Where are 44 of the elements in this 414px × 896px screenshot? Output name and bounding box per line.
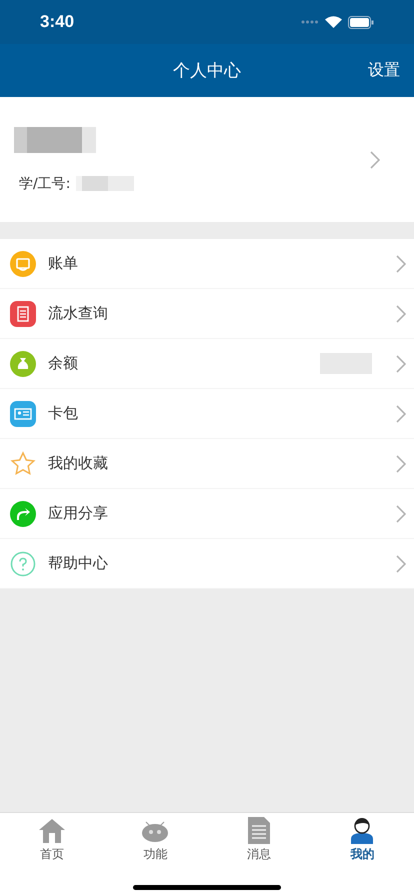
id-label: 学/工号: xyxy=(19,174,70,192)
menu-item[interactable]: 流水查询 xyxy=(0,289,414,339)
chevron-icon xyxy=(396,354,406,372)
menu-label: 应用分享 xyxy=(48,504,109,523)
menu-item[interactable]: 帮助中心 xyxy=(0,539,414,589)
chevron-icon xyxy=(396,404,406,422)
menu-label: 帮助中心 xyxy=(48,554,109,573)
money-bag-icon xyxy=(10,350,36,376)
document-icon xyxy=(10,300,36,326)
menu-item[interactable]: 应用分享 xyxy=(0,489,414,539)
star-icon xyxy=(10,450,36,476)
settings-button[interactable]: 设置 xyxy=(368,60,400,81)
chevron-icon xyxy=(396,454,406,472)
menu-label: 余额 xyxy=(48,354,79,373)
page-title: 个人中心 xyxy=(173,60,241,82)
wifi-icon xyxy=(325,16,342,28)
menu-label: 流水查询 xyxy=(48,304,109,323)
status-time: 3:40 xyxy=(40,12,76,32)
chevron-icon xyxy=(396,554,406,572)
tab[interactable]: 首页 xyxy=(0,813,104,863)
house-icon xyxy=(38,818,66,844)
chevron-icon xyxy=(396,304,406,322)
signal-icon xyxy=(301,20,319,24)
menu-item[interactable]: 余额 xyxy=(0,339,414,389)
menu-item[interactable]: 账单 xyxy=(0,239,414,289)
menu-label: 账单 xyxy=(48,254,79,273)
chevron-icon xyxy=(396,254,406,272)
help-icon xyxy=(10,550,36,576)
battery-icon xyxy=(348,16,374,28)
profile-card[interactable]: 学/工号: xyxy=(0,97,414,222)
share-icon xyxy=(10,500,36,526)
person-icon xyxy=(350,817,374,844)
chevron-icon xyxy=(396,504,406,522)
menu-label: 卡包 xyxy=(48,404,79,423)
chevron-icon xyxy=(370,150,380,168)
tab[interactable]: 我的 xyxy=(310,813,414,863)
menu-item[interactable]: 卡包 xyxy=(0,389,414,439)
blurred-id xyxy=(76,176,134,191)
menu-item[interactable]: 我的收藏 xyxy=(0,439,414,489)
id-card-icon xyxy=(10,400,36,426)
tab[interactable]: 消息 xyxy=(207,813,310,863)
document-icon xyxy=(248,817,270,844)
menu-label: 我的收藏 xyxy=(48,454,109,473)
tab[interactable]: 功能 xyxy=(104,813,207,863)
